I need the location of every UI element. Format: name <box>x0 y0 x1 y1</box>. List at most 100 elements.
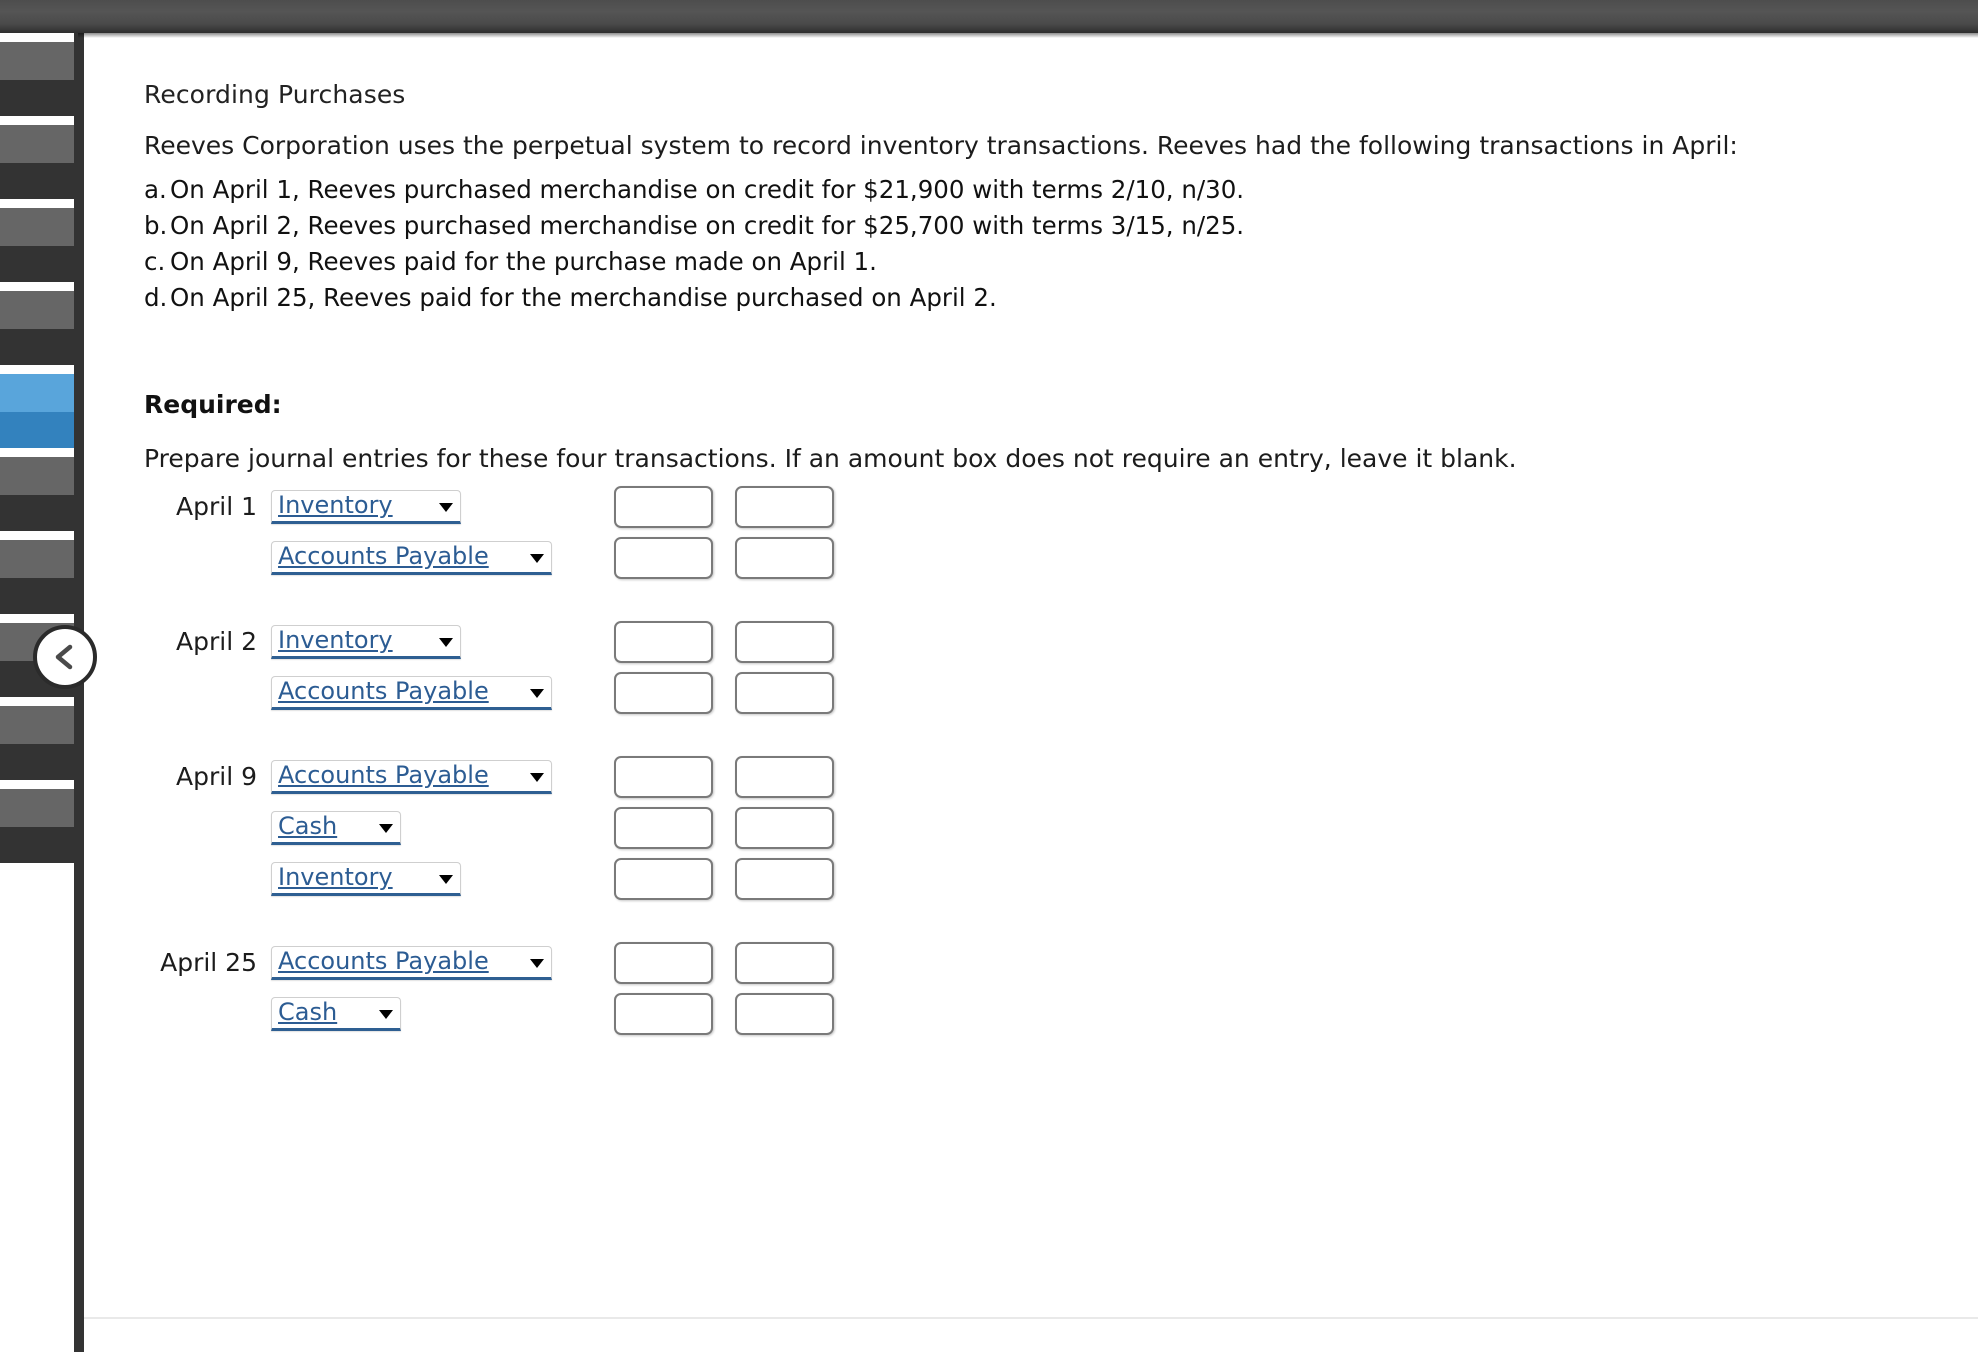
thumbnail-bottom <box>0 495 74 531</box>
thumbnail-gap <box>0 697 74 706</box>
thumbnail-gap <box>0 365 74 374</box>
debit-amount-input[interactable] <box>614 806 713 849</box>
account-select[interactable]: Accounts Payable <box>271 945 552 980</box>
document-content: Recording Purchases Reeves Corporation u… <box>84 33 1978 1352</box>
account-select[interactable]: Inventory <box>271 489 461 524</box>
debit-amount-input[interactable] <box>614 992 713 1035</box>
chevron-down-icon <box>439 874 453 884</box>
account-select[interactable]: Accounts Payable <box>271 540 552 575</box>
journal-entry-row: April 25 Accounts Payable <box>124 937 834 988</box>
sidebar-thumbnail[interactable] <box>0 457 74 531</box>
account-select[interactable]: Inventory <box>271 861 461 896</box>
journal-entry-row: April 2 Inventory <box>124 616 834 667</box>
credit-amount-input[interactable] <box>735 671 834 714</box>
transaction-text: On April 2, Reeves purchased merchandise… <box>170 211 1245 240</box>
credit-amount-input[interactable] <box>735 620 834 663</box>
thumbnail-top <box>0 291 74 329</box>
account-select[interactable]: Cash <box>271 810 401 845</box>
account-select-slot: Accounts Payable <box>271 759 586 794</box>
debit-amount-input[interactable] <box>614 857 713 900</box>
sidebar-thumbnail[interactable] <box>0 208 74 282</box>
thumbnail-bottom <box>0 827 74 863</box>
thumbnail-bottom <box>0 246 74 282</box>
collapse-sidebar-button[interactable] <box>33 625 97 689</box>
page-bottom-divider <box>84 1317 1978 1319</box>
transaction-text: On April 25, Reeves paid for the merchan… <box>170 283 997 312</box>
entry-date-label: April 1 <box>176 492 257 521</box>
debit-amount-input[interactable] <box>614 755 713 798</box>
account-select-slot: Inventory <box>271 624 586 659</box>
thumbnail-top <box>0 457 74 495</box>
thumbnail-top <box>0 789 74 827</box>
thumbnail-bottom <box>0 80 74 116</box>
journal-entry-group: April 25 Accounts Payable Cash <box>124 937 834 1039</box>
journal-entry-row: Cash <box>124 988 834 1039</box>
entry-date-label: April 25 <box>160 948 257 977</box>
chevron-down-icon <box>439 637 453 647</box>
account-select[interactable]: Inventory <box>271 624 461 659</box>
page-thumbnail-rail[interactable] <box>0 33 74 918</box>
journal-entry-group: April 9 Accounts Payable Cash Inventory <box>124 751 834 904</box>
sidebar-thumbnail[interactable] <box>0 374 74 448</box>
sidebar-thumbnail[interactable] <box>0 540 74 614</box>
thumbnail-gap <box>0 282 74 291</box>
sidebar-divider <box>74 33 84 1352</box>
account-select[interactable]: Cash <box>271 996 401 1031</box>
credit-amount-input[interactable] <box>735 941 834 984</box>
thumbnail-gap <box>0 116 74 125</box>
journal-entry-group: April 1 Inventory Accounts Payable <box>124 481 834 583</box>
credit-amount-input[interactable] <box>735 806 834 849</box>
transaction-item: b. On April 2, Reeves purchased merchandi… <box>144 208 1244 244</box>
transaction-list: a. On April 1, Reeves purchased merchandi… <box>144 172 1244 316</box>
credit-amount-input[interactable] <box>735 755 834 798</box>
thumbnail-bottom <box>0 329 74 365</box>
sidebar-thumbnail[interactable] <box>0 42 74 116</box>
journal-entry-row: Accounts Payable <box>124 667 834 718</box>
transaction-marker: c. <box>144 247 166 276</box>
transaction-text: On April 1, Reeves purchased merchandise… <box>170 175 1245 204</box>
thumbnail-gap <box>0 33 74 42</box>
thumbnail-gap <box>0 780 74 789</box>
account-select-label: Cash <box>278 997 338 1026</box>
transaction-marker: a. <box>144 175 167 204</box>
chevron-down-icon <box>530 553 544 563</box>
journal-entry-row: Accounts Payable <box>124 532 834 583</box>
credit-amount-input[interactable] <box>735 485 834 528</box>
account-select-slot: Accounts Payable <box>271 945 586 980</box>
account-select-label: Accounts Payable <box>278 541 489 570</box>
account-select[interactable]: Accounts Payable <box>271 675 552 710</box>
debit-amount-input[interactable] <box>614 536 713 579</box>
credit-amount-input[interactable] <box>735 857 834 900</box>
journal-entry-row: April 9 Accounts Payable <box>124 751 834 802</box>
account-select[interactable]: Accounts Payable <box>271 759 552 794</box>
thumbnail-bottom <box>0 578 74 614</box>
journal-entry-row: Inventory <box>124 853 834 904</box>
top-bar-shadow <box>78 33 1978 38</box>
chevron-down-icon <box>379 823 393 833</box>
thumbnail-bottom <box>0 744 74 780</box>
transaction-marker: b. <box>144 211 168 240</box>
debit-amount-input[interactable] <box>614 485 713 528</box>
transaction-marker: d. <box>144 283 168 312</box>
transaction-item: d. On April 25, Reeves paid for the merch… <box>144 280 1244 316</box>
entry-date-label: April 2 <box>176 627 257 656</box>
thumbnail-gap <box>0 448 74 457</box>
chevron-down-icon <box>530 688 544 698</box>
sidebar-thumbnail[interactable] <box>0 706 74 780</box>
thumbnail-top <box>0 706 74 744</box>
debit-amount-input[interactable] <box>614 941 713 984</box>
instructions-paragraph: Prepare journal entries for these four t… <box>144 444 1517 473</box>
debit-amount-input[interactable] <box>614 620 713 663</box>
sidebar-thumbnail[interactable] <box>0 291 74 365</box>
transaction-item: a. On April 1, Reeves purchased merchandi… <box>144 172 1244 208</box>
transaction-item: c. On April 9, Reeves paid for the purcha… <box>144 244 1244 280</box>
sidebar-thumbnail[interactable] <box>0 125 74 199</box>
credit-amount-input[interactable] <box>735 992 834 1035</box>
account-select-slot: Accounts Payable <box>271 540 586 575</box>
debit-amount-input[interactable] <box>614 671 713 714</box>
credit-amount-input[interactable] <box>735 536 834 579</box>
sidebar-thumbnail[interactable] <box>0 789 74 863</box>
chevron-down-icon <box>530 958 544 968</box>
account-select-slot: Inventory <box>271 489 586 524</box>
thumbnail-top <box>0 208 74 246</box>
